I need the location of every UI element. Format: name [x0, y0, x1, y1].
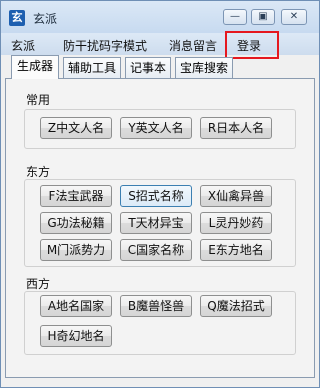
tab-generator[interactable]: 生成器: [11, 55, 59, 79]
tab-notepad[interactable]: 记事本: [125, 57, 171, 79]
main-window: 玄 玄派 — ▣ ✕ 玄派 防干扰码字模式 消息留言 登录 生成器 辅助工具 记…: [0, 0, 320, 388]
menu-item-xuanpai[interactable]: 玄派: [11, 37, 35, 54]
english-name-button[interactable]: Y英文人名: [120, 117, 192, 139]
title-bar[interactable]: 玄 玄派 — ▣ ✕: [1, 1, 319, 33]
skill-name-button[interactable]: S招式名称: [120, 185, 192, 207]
rare-treasure-button[interactable]: T天材异宝: [120, 212, 192, 234]
western-country-button[interactable]: A地名国家: [40, 295, 112, 317]
menu-item-messages[interactable]: 消息留言: [169, 37, 217, 54]
close-button[interactable]: ✕: [281, 9, 307, 25]
close-icon: ✕: [289, 11, 299, 22]
minimize-icon: —: [230, 11, 240, 22]
group-label-west: 西方: [26, 277, 51, 291]
japanese-name-button[interactable]: R日本人名: [200, 117, 272, 139]
monster-button[interactable]: B魔兽怪兽: [120, 295, 192, 317]
magic-spell-button[interactable]: Q魔法招式: [200, 295, 272, 317]
menu-item-anti-interference[interactable]: 防干扰码字模式: [63, 37, 147, 54]
chinese-name-button[interactable]: Z中文人名: [40, 117, 112, 139]
group-label-east: 东方: [26, 165, 51, 179]
fantasy-place-button[interactable]: H奇幻地名: [40, 325, 112, 347]
weapon-button[interactable]: F法宝武器: [40, 185, 112, 207]
minimize-button[interactable]: —: [223, 9, 247, 25]
generator-panel: 常用 Z中文人名 Y英文人名 R日本人名 东方 F法宝武器 S招式名称 X仙禽异…: [5, 78, 315, 378]
elixir-button[interactable]: L灵丹妙药: [200, 212, 272, 234]
window-title: 玄派: [33, 12, 58, 26]
maximize-button[interactable]: ▣: [251, 9, 275, 25]
eastern-place-button[interactable]: E东方地名: [200, 239, 272, 261]
country-name-button[interactable]: C国家名称: [120, 239, 192, 261]
app-logo-icon: 玄: [9, 10, 25, 26]
tab-treasure-search[interactable]: 宝库搜索: [175, 57, 233, 79]
secret-manual-button[interactable]: G功法秘籍: [40, 212, 112, 234]
tab-strip: 生成器 辅助工具 记事本 宝库搜索: [1, 55, 319, 79]
sect-button[interactable]: M门派势力: [40, 239, 112, 261]
group-label-common: 常用: [26, 93, 51, 107]
maximize-icon: ▣: [258, 11, 268, 22]
tab-tools[interactable]: 辅助工具: [63, 57, 121, 79]
beast-button[interactable]: X仙禽异兽: [200, 185, 272, 207]
